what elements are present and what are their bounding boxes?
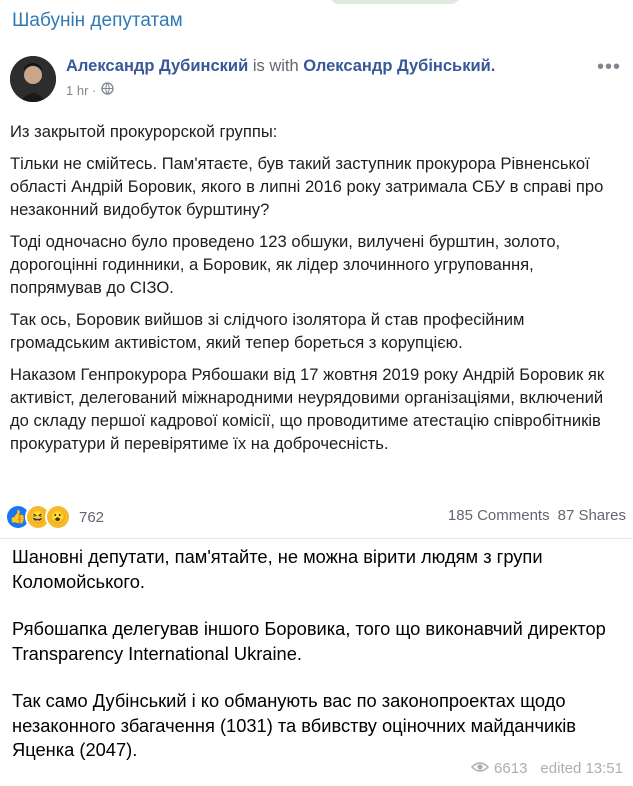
post-paragraph: Из закрытой прокурорской группы: <box>10 122 278 141</box>
author-avatar <box>10 56 56 102</box>
post-paragraph: Тоді одночасно було проведено 123 обшуки… <box>10 232 561 297</box>
with-text: is with <box>252 57 299 75</box>
facebook-post-screenshot: Александр Дубинский is with Олександр Ду… <box>0 42 633 538</box>
channel-message: Шановні депутати, пам'ятайте, не можна в… <box>12 545 622 786</box>
post-paragraph: Так ось, Боровик вийшов зі слідчого ізол… <box>10 310 525 352</box>
reactions-count: 762 <box>79 508 105 526</box>
divider <box>0 538 633 539</box>
channel-title[interactable]: Шабунін депутатам <box>12 10 183 32</box>
edited-time: edited 13:51 <box>540 760 623 777</box>
globe-icon <box>101 82 114 98</box>
message-paragraph: Рябошапка делегував іншого Боровика, тог… <box>12 618 606 664</box>
message-paragraph: Так само Дубінський і ко обманують вас п… <box>12 690 577 760</box>
post-meta: 1 hr · <box>66 82 114 98</box>
message-paragraph: Шановні депутати, пам'ятайте, не можна в… <box>12 546 543 592</box>
message-footer: 6613 edited 13:51 <box>470 760 623 777</box>
reactions[interactable]: 👍 😆 😮 762 <box>5 504 104 530</box>
views-count: 6613 <box>494 760 528 777</box>
wow-reaction-icon: 😮 <box>45 504 71 530</box>
author-line: Александр Дубинский is with Олександр Ду… <box>66 57 495 76</box>
author-name[interactable]: Александр Дубинский <box>66 57 248 75</box>
comments-count[interactable]: 185 Comments <box>448 507 550 524</box>
post-time[interactable]: 1 hr · <box>66 83 96 98</box>
post-stats: 185 Comments 87 Shares <box>448 507 626 524</box>
more-options-icon[interactable]: ••• <box>597 56 621 79</box>
post-body: Из закрытой прокурорской группы: Тільки … <box>10 120 622 464</box>
eye-icon <box>470 760 490 777</box>
post-paragraph: Тільки не смійтесь. Пам'ятаєте, був таки… <box>10 154 604 219</box>
shares-count[interactable]: 87 Shares <box>558 507 626 524</box>
post-paragraph: Наказом Генпрокурора Рябошаки від 17 жов… <box>10 365 605 453</box>
tagged-person[interactable]: Олександр Дубінський. <box>303 57 495 75</box>
top-pill-decoration <box>330 0 460 4</box>
